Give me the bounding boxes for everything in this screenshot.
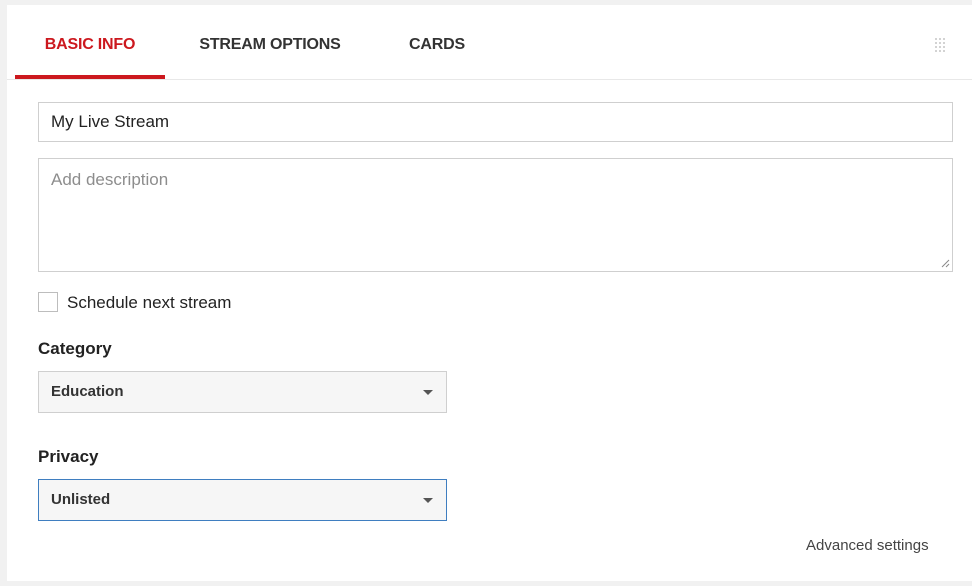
schedule-checkbox[interactable] [38,292,58,312]
caret-down-icon [423,390,433,395]
tab-stream-options[interactable]: STREAM OPTIONS [185,5,355,79]
schedule-checkbox-label[interactable]: Schedule next stream [67,292,231,314]
privacy-select[interactable]: Unlisted [38,479,447,521]
privacy-label: Privacy [38,447,99,466]
category-label: Category [38,339,112,358]
textarea-resize-icon[interactable] [940,258,950,268]
stream-info-panel: BASIC INFO STREAM OPTIONS CARDS Schedule… [7,5,972,581]
caret-down-icon [423,498,433,503]
category-selected-value: Education [51,383,124,400]
tab-cards[interactable]: CARDS [397,5,477,79]
privacy-selected-value: Unlisted [51,491,111,508]
drag-grip-icon[interactable] [935,38,949,52]
tab-bar: BASIC INFO STREAM OPTIONS CARDS [7,5,972,80]
active-tab-indicator [15,75,165,79]
advanced-settings-link[interactable]: Advanced settings [806,537,929,554]
tab-basic-info[interactable]: BASIC INFO [15,5,165,79]
category-select[interactable]: Education [38,371,447,413]
description-input[interactable] [38,158,953,272]
title-input[interactable] [38,102,953,142]
